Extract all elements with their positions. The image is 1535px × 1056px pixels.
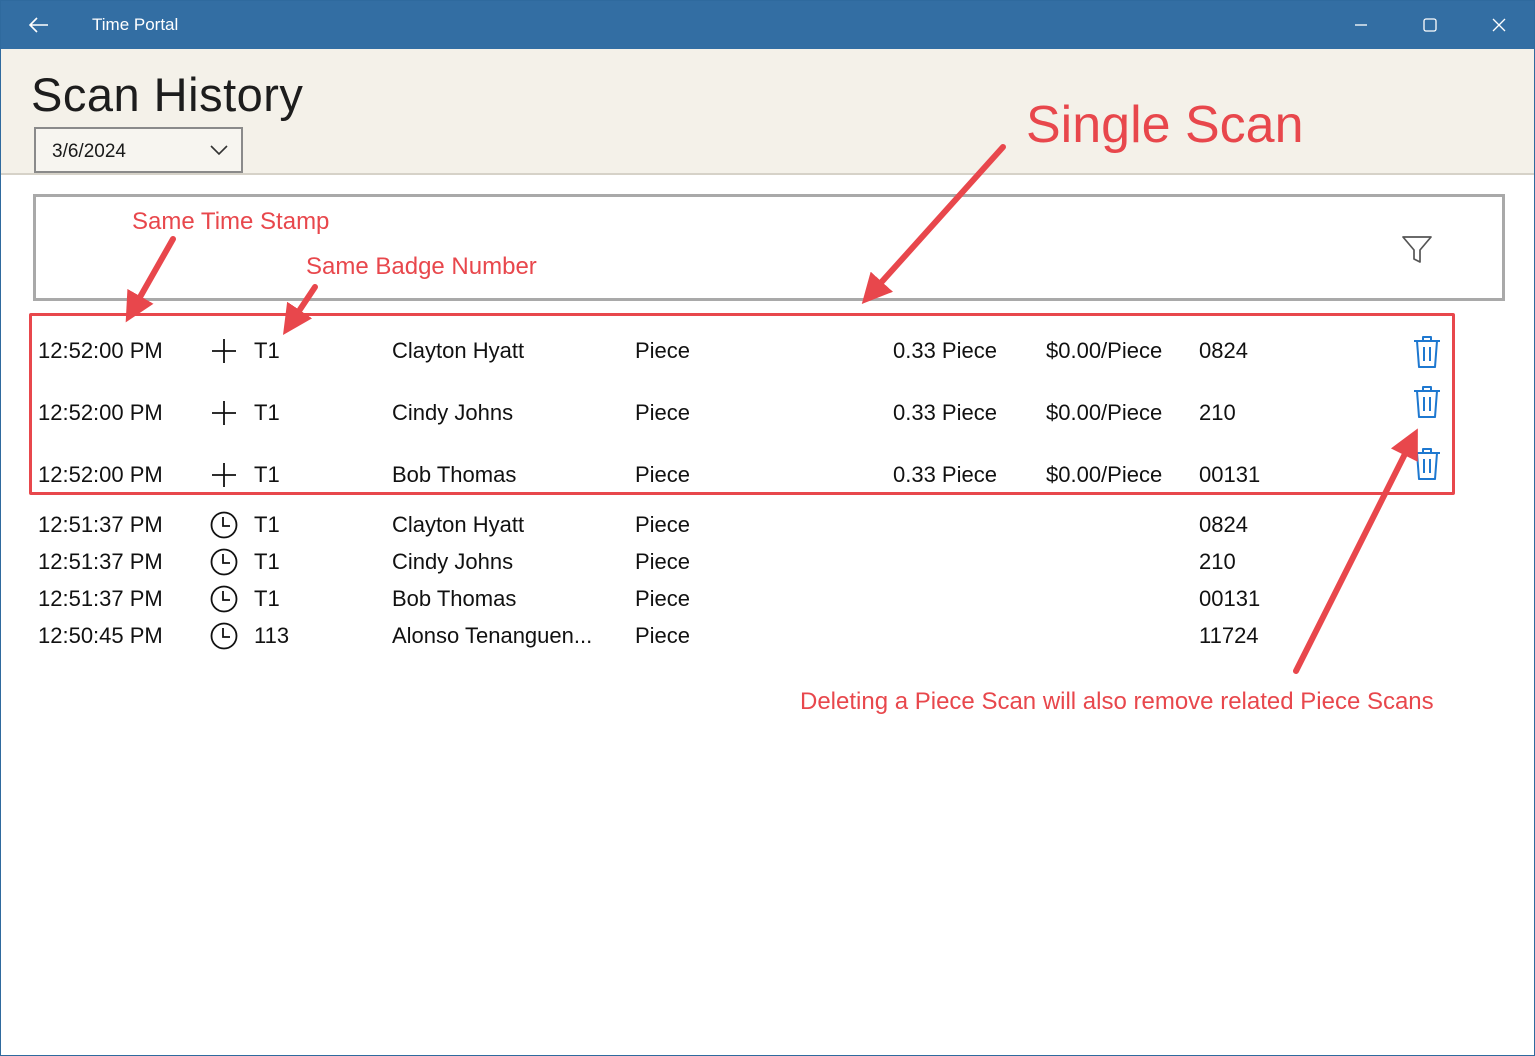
scan-type: Piece xyxy=(635,512,691,537)
date-value: 3/6/2024 xyxy=(52,141,126,162)
annotation-single-scan: Single Scan xyxy=(1026,96,1304,154)
page-header: Scan History 3/6/2024 xyxy=(1,49,1534,175)
maximize-button[interactable] xyxy=(1396,1,1464,49)
scan-type: Piece xyxy=(635,549,691,574)
app-window: Time Portal Scan History 3/6/2024 12:52:… xyxy=(0,0,1535,1056)
single-scan-highlight xyxy=(29,313,1455,495)
back-button[interactable] xyxy=(25,11,53,39)
employee-id: 0824 xyxy=(1199,512,1248,537)
page-title: Scan History xyxy=(31,68,304,121)
scan-time: 12:51:37 PM xyxy=(38,586,163,611)
scan-time: 12:51:37 PM xyxy=(38,549,163,574)
minimize-icon xyxy=(1355,24,1367,26)
employee-name: Cindy Johns xyxy=(392,549,514,574)
date-dropdown[interactable]: 3/6/2024 xyxy=(34,127,243,173)
annotation-same-time-stamp: Same Time Stamp xyxy=(132,208,330,235)
clock-icon xyxy=(209,584,239,614)
badge-number: T1 xyxy=(254,549,280,574)
clock-icon xyxy=(209,621,239,651)
scan-time: 12:50:45 PM xyxy=(38,623,163,648)
scan-type: Piece xyxy=(635,586,691,611)
employee-name: Clayton Hyatt xyxy=(392,512,525,537)
employee-id: 00131 xyxy=(1199,586,1261,611)
minimize-button[interactable] xyxy=(1327,1,1395,49)
badge-number: 113 xyxy=(254,623,290,648)
employee-id: 11724 xyxy=(1199,623,1259,648)
close-icon xyxy=(1492,18,1506,32)
clock-icon xyxy=(209,547,239,577)
arrow-left-icon xyxy=(29,17,48,33)
employee-name: Alonso Tenanguen... xyxy=(392,623,593,648)
annotation-delete-note: Deleting a Piece Scan will also remove r… xyxy=(800,688,1434,715)
employee-name: Bob Thomas xyxy=(392,586,517,611)
scan-time: 12:51:37 PM xyxy=(38,512,163,537)
filter-icon[interactable] xyxy=(1399,231,1435,267)
chevron-down-icon xyxy=(210,145,228,156)
close-button[interactable] xyxy=(1465,1,1533,49)
badge-number: T1 xyxy=(254,586,280,611)
annotation-same-badge-number: Same Badge Number xyxy=(306,253,537,280)
title-bar: Time Portal xyxy=(1,1,1534,49)
window-title: Time Portal xyxy=(92,15,179,34)
employee-id: 210 xyxy=(1199,549,1236,574)
badge-number: T1 xyxy=(254,512,280,537)
clock-icon xyxy=(209,510,239,540)
scan-type: Piece xyxy=(635,623,691,648)
maximize-icon xyxy=(1423,18,1437,32)
